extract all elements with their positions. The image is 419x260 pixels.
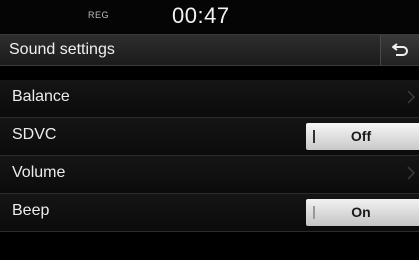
list-item-label: Volume xyxy=(12,164,66,181)
reg-indicator: REG xyxy=(88,10,110,20)
list-item-sdvc[interactable]: SDVC Off xyxy=(0,118,419,156)
back-arrow-icon xyxy=(392,43,408,56)
page-title: Sound settings xyxy=(9,41,115,58)
beep-toggle[interactable]: On xyxy=(306,199,419,226)
title-bar: Sound settings xyxy=(0,34,419,66)
sdvc-toggle[interactable]: Off xyxy=(306,123,419,150)
list-item-label: Beep xyxy=(12,202,50,219)
toggle-value: Off xyxy=(350,128,372,144)
clock: 00:47 xyxy=(172,3,230,28)
list-item-volume[interactable]: Volume xyxy=(0,156,419,194)
back-button[interactable] xyxy=(380,35,419,65)
list-item-balance[interactable]: Balance xyxy=(0,80,419,118)
toggle-value: On xyxy=(351,204,371,220)
list-item-beep[interactable]: Beep On xyxy=(0,194,419,232)
status-bar: REG 00:47 xyxy=(0,0,419,34)
chevron-right-icon xyxy=(407,166,415,180)
list-item-label: Balance xyxy=(12,88,70,105)
settings-list: Balance SDVC Off Volume Beep On xyxy=(0,80,419,232)
list-item-label: SDVC xyxy=(12,126,57,143)
chevron-right-icon xyxy=(407,90,415,104)
bottom-area xyxy=(0,232,419,260)
